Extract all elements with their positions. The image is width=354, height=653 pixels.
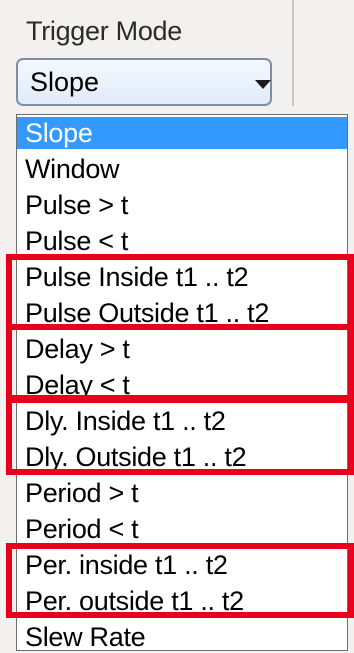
option-slew-rate[interactable]: Slew Rate bbox=[17, 621, 347, 653]
trigger-mode-label: Trigger Mode bbox=[26, 16, 182, 46]
option-delay-lt-t[interactable]: Delay < t bbox=[17, 369, 347, 401]
option-delay-gt-t[interactable]: Delay > t bbox=[17, 333, 347, 365]
option-window[interactable]: Window bbox=[17, 153, 347, 185]
panel-divider bbox=[292, 0, 294, 106]
option-pulse-gt-t[interactable]: Pulse > t bbox=[17, 189, 347, 221]
option-per-inside[interactable]: Per. inside t1 .. t2 bbox=[17, 549, 347, 581]
chevron-down-icon[interactable] bbox=[255, 80, 271, 89]
option-pulse-outside[interactable]: Pulse Outside t1 .. t2 bbox=[17, 297, 347, 329]
option-period-gt-t[interactable]: Period > t bbox=[17, 477, 347, 509]
option-pulse-lt-t[interactable]: Pulse < t bbox=[17, 225, 347, 257]
option-dly-outside[interactable]: Dly. Outside t1 .. t2 bbox=[17, 441, 347, 473]
trigger-mode-selected-value: Slope bbox=[30, 67, 100, 97]
trigger-mode-options-list[interactable]: Slope Window Pulse > t Pulse < t Pulse I… bbox=[16, 114, 348, 653]
option-dly-inside[interactable]: Dly. Inside t1 .. t2 bbox=[17, 405, 347, 437]
option-period-lt-t[interactable]: Period < t bbox=[17, 513, 347, 545]
option-per-outside[interactable]: Per. outside t1 .. t2 bbox=[17, 585, 347, 617]
trigger-mode-dropdown[interactable]: Slope bbox=[16, 58, 272, 106]
option-slope[interactable]: Slope bbox=[17, 117, 347, 149]
option-pulse-inside[interactable]: Pulse Inside t1 .. t2 bbox=[17, 261, 347, 293]
